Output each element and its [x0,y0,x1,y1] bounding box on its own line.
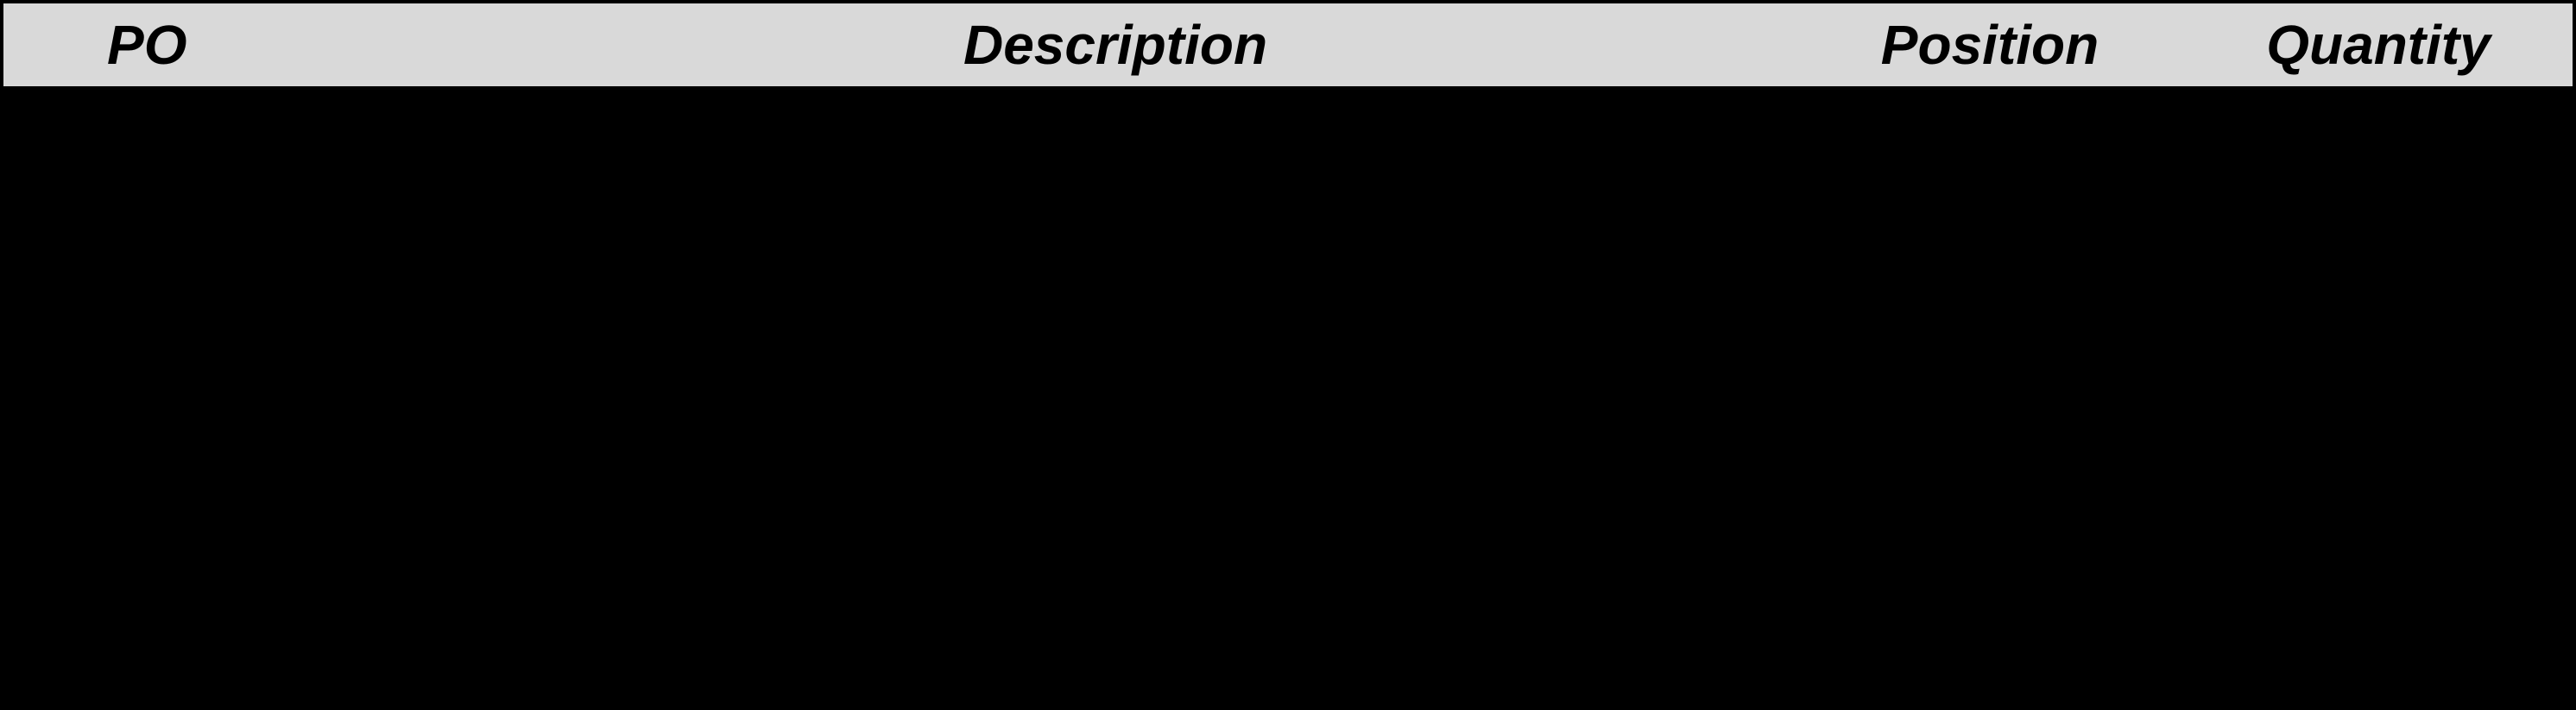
column-header-position: Position [1796,13,2184,77]
table-body [3,90,2573,707]
table-header-row: PO Description Position Quantity [3,3,2573,90]
column-header-description: Description [435,13,1796,77]
column-header-quantity: Quantity [2184,13,2573,77]
table-container: PO Description Position Quantity [0,0,2576,710]
column-header-po: PO [3,13,435,77]
